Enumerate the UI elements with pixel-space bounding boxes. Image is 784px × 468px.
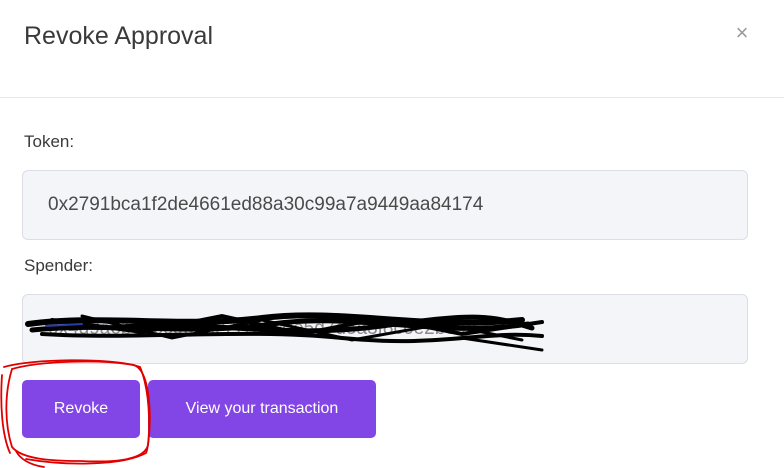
view-transaction-button[interactable]: View your transaction [148, 380, 376, 438]
token-input[interactable] [22, 170, 748, 240]
spender-input[interactable] [22, 294, 748, 364]
revoke-button[interactable]: Revoke [22, 380, 140, 438]
close-icon[interactable]: × [727, 18, 757, 48]
token-label: Token: [24, 132, 75, 151]
revoke-approval-modal: Revoke Approval × Token: Spender: Revoke… [0, 0, 784, 468]
modal-title: Revoke Approval [24, 22, 214, 50]
modal-header: Revoke Approval × [0, 0, 784, 98]
spender-label: Spender: [24, 256, 93, 275]
